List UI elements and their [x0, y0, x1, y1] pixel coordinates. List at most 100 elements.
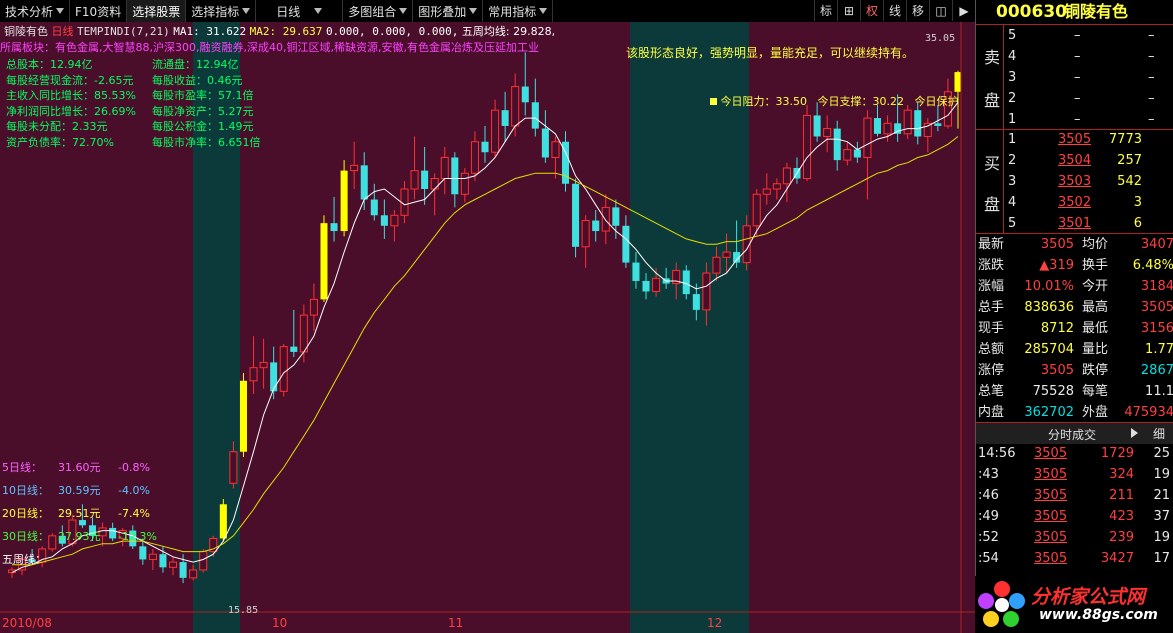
menu-period[interactable]: 日线	[256, 0, 344, 22]
order-volume: 542	[1117, 174, 1142, 189]
menu-common-indicator[interactable]: 常用指标	[483, 0, 554, 22]
line-button[interactable]: 线	[883, 0, 906, 21]
candle-body	[551, 141, 560, 158]
stat-row: 总额 285704 量比 1.77	[976, 339, 1173, 360]
tick-volume: 3427	[1100, 551, 1134, 566]
menu-label: 多图组合	[348, 4, 397, 19]
order-volume: –	[1148, 70, 1155, 85]
fundamental-item: 总股本：12.94亿	[6, 58, 93, 71]
menu-tech-analysis[interactable]: 技术分析	[0, 0, 71, 22]
stat-label: 最高	[1082, 300, 1109, 315]
order-volume: –	[1148, 28, 1155, 43]
play-icon[interactable]	[1131, 428, 1138, 438]
stat-label: 最新	[978, 237, 1005, 252]
tick-count: 21	[1153, 488, 1170, 503]
candle-body	[299, 314, 308, 353]
tick-volume: 423	[1109, 509, 1134, 524]
candle-body	[572, 183, 580, 247]
ma-legend-pct: -7.4%	[118, 507, 150, 520]
candle-body	[491, 109, 500, 153]
candle-body	[460, 172, 469, 195]
order-price: 3505	[1058, 132, 1092, 147]
sell-order-row: 3 – –	[976, 67, 1173, 88]
tick-volume: 239	[1109, 530, 1134, 545]
fundamental-item: 每股未分配：2.33元	[6, 120, 108, 133]
tick-count: 17	[1153, 551, 1170, 566]
sell-order-row: 4 – –	[976, 46, 1173, 67]
menu-label: F10资料	[75, 4, 122, 19]
sell-order-row: 1 – –	[976, 109, 1173, 130]
candle-body	[168, 561, 178, 568]
stat-label: 最低	[1082, 321, 1109, 336]
buy-order-row: 2 3504 257	[976, 150, 1173, 171]
menu-select-stock[interactable]: 选择股票	[127, 0, 187, 22]
candle-body	[521, 86, 529, 103]
stat-row: 总手 838636 最高 3505	[976, 297, 1173, 318]
order-price: –	[1074, 28, 1081, 43]
order-level: 4	[1008, 195, 1017, 210]
stat-label: 涨幅	[978, 279, 1005, 294]
stat-label: 涨停	[978, 363, 1005, 378]
ticks-header[interactable]: 分时成交	[1048, 426, 1096, 443]
candle-body	[451, 157, 459, 195]
ma-legend-row: 20日线： 29.51元 -7.4%	[2, 505, 150, 521]
fundamental-item: 每股市盈率：57.1倍	[152, 89, 254, 102]
candle-body	[823, 128, 832, 137]
candle-body	[320, 223, 328, 300]
candle-body	[531, 102, 539, 129]
dropdown-arrow-icon	[399, 8, 408, 14]
dropdown-arrow-icon	[469, 8, 478, 14]
ma-legend-name: 30日线：	[2, 530, 49, 543]
quote-panel: 000630 铜陵有色 卖 盘 买 盘 5– –4– –3– –2– –1– – 1 350…	[975, 0, 1173, 633]
top-toolbar: 技术分析 F10资料 选择股票 选择指标 日线 多图组合 图形叠加 常用指标 标…	[0, 0, 975, 23]
menu-select-indicator[interactable]: 选择指标	[186, 0, 257, 22]
fundamental-item: 每股市净率：6.651倍	[152, 135, 261, 149]
candle-body	[139, 546, 147, 560]
candle-body	[541, 128, 549, 158]
candle-body	[290, 346, 298, 352]
buy-order-row: 4 3502 3	[976, 192, 1173, 213]
stat-label: 量比	[1082, 342, 1109, 357]
candle-body	[914, 110, 922, 137]
ma-legend-price: 30.59元	[58, 484, 101, 497]
candle-body	[682, 270, 690, 295]
candle-body	[903, 109, 912, 135]
tick-row: :49 3505 423 37	[976, 506, 1173, 527]
move-button[interactable]: 移	[906, 0, 929, 21]
play-button[interactable]: ▶	[952, 0, 975, 21]
ma-legend-pct: -12.3%	[118, 530, 157, 543]
date-label: 10	[272, 616, 288, 630]
menu-label: 常用指标	[488, 4, 537, 19]
menu-f10[interactable]: F10资料	[70, 0, 128, 22]
stat-value: 11.1	[1145, 384, 1173, 399]
fundamental-item: 净利润同比增长：26.69%	[6, 104, 136, 118]
menu-overlay[interactable]: 图形叠加	[413, 0, 484, 22]
mark-button[interactable]: 标	[814, 0, 837, 21]
menu-multi-chart[interactable]: 多图组合	[343, 0, 414, 22]
detail-button[interactable]: 细	[1153, 425, 1165, 442]
high-price-label: 35.05	[925, 33, 956, 44]
candle-body	[692, 294, 700, 310]
window-button[interactable]: ◫	[929, 0, 952, 21]
rights-button[interactable]: 权	[860, 0, 883, 21]
candle-body	[632, 262, 640, 281]
tick-row: :43 3505 324 19	[976, 464, 1173, 485]
low-price-label: 15.85	[228, 605, 259, 616]
toolbar-right-buttons: 标 ⊞ 权 线 移 ◫ ▶	[814, 0, 975, 22]
ma-legend-row: 30日线： 27.93元 -12.3%	[2, 528, 157, 544]
ma-legend-name: 20日线：	[2, 507, 49, 520]
kline-chart[interactable]: 铜陵有色 日线 TEMPINDI(7,21) MA1: 31.622 MA2: …	[0, 22, 975, 633]
grid-button[interactable]: ⊞	[837, 0, 860, 21]
tick-row: 14:56 3505 1729 25	[976, 443, 1173, 464]
menu-label: 选择股票	[132, 4, 181, 19]
sector-text: 有色金属,大智慧88,沪深300,融资融券,深成40,铜江区域,稀缺资源,安徽,…	[55, 41, 539, 54]
candle-body	[390, 214, 399, 227]
fundamental-item: 每股经营现金流：-2.65元	[6, 73, 134, 87]
candle-body	[421, 170, 429, 190]
tick-count: 19	[1153, 467, 1170, 482]
watermark-url: www.88gs.com	[1039, 607, 1158, 623]
stat-label: 内盘	[978, 405, 1005, 420]
candle-body	[863, 117, 872, 158]
menu-label: 日线	[276, 4, 301, 19]
date-label: 2010/08	[2, 616, 52, 630]
